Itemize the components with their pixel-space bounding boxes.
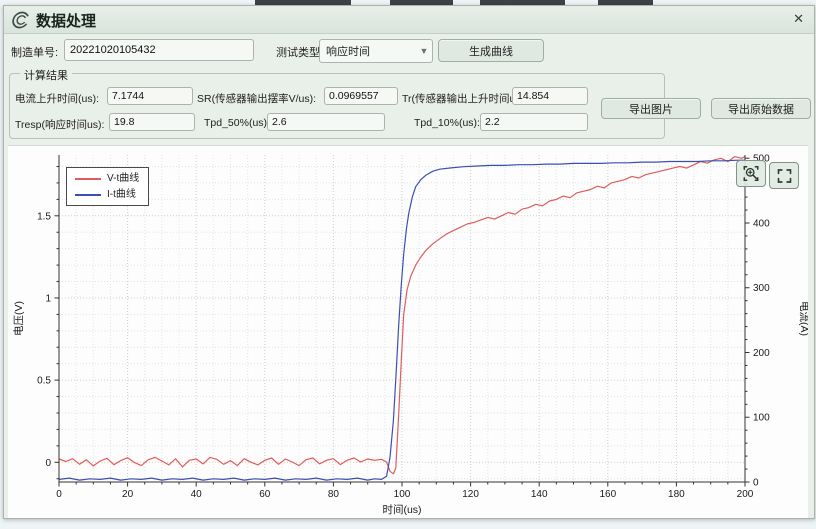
tr-output-rise-value[interactable]: 14.854 [512, 87, 588, 105]
tresp-label: Tresp(响应时间us): [15, 117, 104, 132]
dialog-title: 数据处理 [36, 10, 96, 31]
svg-text:400: 400 [753, 218, 770, 229]
svg-text:120: 120 [462, 489, 479, 500]
export-image-button[interactable]: 导出图片 [601, 98, 701, 119]
tr-output-rise-label: Tr(传感器输出上升时间us): [402, 91, 527, 106]
it-legend-label: I-t曲线 [107, 189, 136, 200]
current-rise-time-label: 电流上升时间(us): [15, 91, 99, 106]
data-processing-dialog: 数据处理 ✕ 制造单号: 20221020105432 测试类型: 响应时间 ▼… [3, 5, 815, 519]
svg-text:80: 80 [328, 489, 340, 500]
svg-text:电流(A): 电流(A) [798, 301, 808, 336]
svg-text:60: 60 [259, 489, 271, 500]
it-line-swatch [75, 194, 101, 196]
svg-text:0: 0 [45, 458, 51, 469]
slew-rate-value[interactable]: 0.0969557 [324, 87, 398, 105]
tpd10-label: Tpd_10%(us): [414, 117, 480, 129]
close-icon[interactable]: ✕ [793, 11, 804, 27]
test-type-value: 响应时间 [320, 43, 416, 59]
svg-text:200: 200 [753, 348, 770, 359]
vt-line-swatch [75, 178, 101, 180]
current-rise-time-value[interactable]: 7.1744 [107, 87, 193, 105]
svg-text:300: 300 [753, 283, 770, 294]
chart-panel: 02040608010012014016018020000.511.501002… [8, 145, 808, 518]
svg-text:20: 20 [122, 489, 134, 500]
app-logo-icon [9, 10, 33, 30]
order-number-label: 制造单号: [11, 44, 58, 60]
zoom-area-icon [741, 164, 761, 183]
tresp-value[interactable]: 19.8 [109, 113, 195, 131]
tpd10-value[interactable]: 2.2 [480, 113, 588, 131]
svg-text:140: 140 [531, 489, 548, 500]
svg-text:0: 0 [753, 478, 759, 489]
fullscreen-button[interactable] [769, 162, 799, 189]
svg-text:1: 1 [45, 293, 51, 304]
legend-entry-it: I-t曲线 [75, 189, 139, 200]
tpd50-value[interactable]: 2.6 [267, 113, 385, 131]
generate-curve-button[interactable]: 生成曲线 [438, 39, 544, 62]
svg-text:100: 100 [394, 489, 411, 500]
zoom-area-button[interactable] [736, 160, 766, 187]
screen: 数据处理 ✕ 制造单号: 20221020105432 测试类型: 响应时间 ▼… [0, 0, 816, 529]
svg-text:0.5: 0.5 [37, 376, 51, 387]
chart-legend: V-t曲线 I-t曲线 [66, 167, 149, 206]
svg-text:100: 100 [753, 413, 770, 424]
svg-text:40: 40 [191, 489, 203, 500]
export-raw-data-button[interactable]: 导出原始数据 [711, 98, 811, 119]
test-type-label: 测试类型: [276, 44, 323, 60]
svg-text:0: 0 [56, 489, 62, 500]
test-type-select[interactable]: 响应时间 ▼ [319, 39, 433, 63]
order-number-input[interactable]: 20221020105432 [64, 39, 254, 61]
tpd50-label: Tpd_50%(us): [204, 117, 270, 129]
svg-text:160: 160 [599, 489, 616, 500]
fullscreen-icon [775, 167, 794, 185]
svg-text:电压(V): 电压(V) [12, 301, 25, 336]
dialog-titlebar: 数据处理 ✕ [4, 6, 814, 34]
results-group-title: 计算结果 [20, 67, 72, 83]
vt-legend-label: V-t曲线 [107, 173, 139, 184]
legend-entry-vt: V-t曲线 [75, 173, 139, 184]
slew-rate-label: SR(传感器输出摆率V/us): [197, 91, 316, 106]
svg-text:时间(us): 时间(us) [382, 503, 421, 516]
chevron-down-icon: ▼ [416, 46, 432, 56]
svg-text:180: 180 [668, 489, 685, 500]
svg-text:200: 200 [737, 489, 754, 500]
svg-text:1.5: 1.5 [37, 211, 51, 222]
